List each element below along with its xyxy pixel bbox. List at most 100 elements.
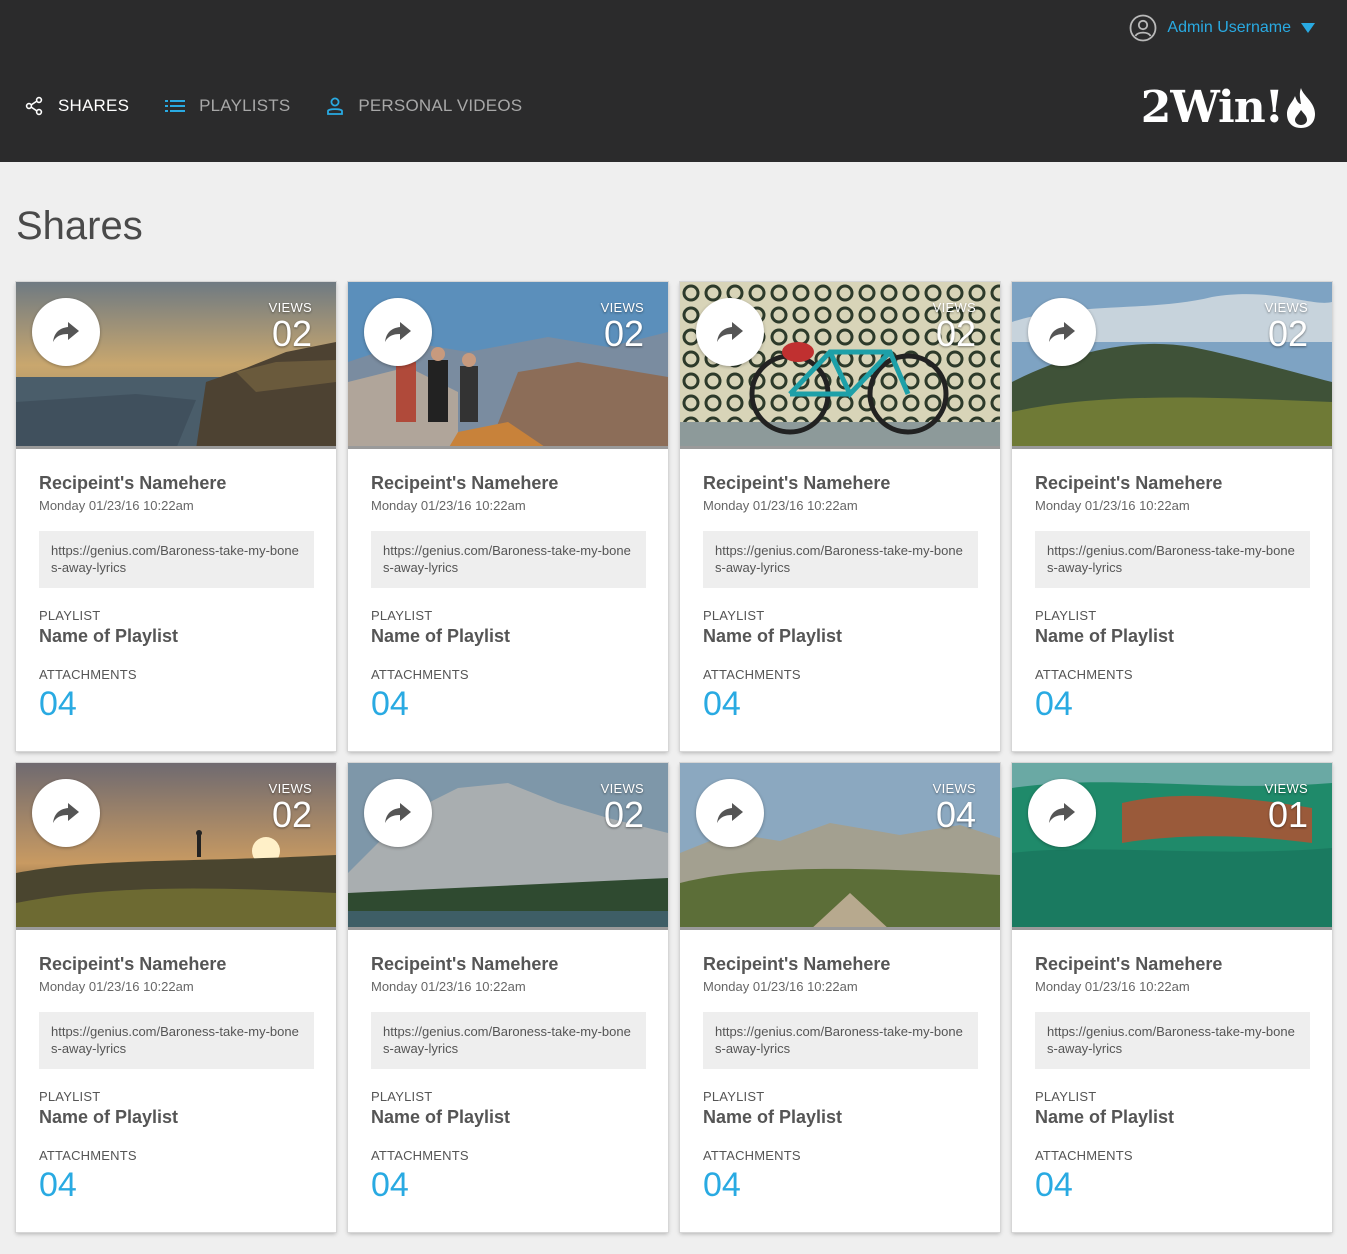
- attachments-count[interactable]: 04: [39, 1165, 314, 1205]
- share-card[interactable]: VIEWS 01 Recipeint's Namehere Monday 01/…: [1012, 763, 1332, 1232]
- recipient-name: Recipeint's Namehere: [371, 473, 559, 493]
- recipient-name: Recipeint's Namehere: [371, 954, 559, 974]
- share-url[interactable]: https://genius.com/Baroness-take-my-bone…: [703, 531, 978, 588]
- share-arrow-icon: [53, 322, 79, 342]
- views-count: 02: [603, 794, 644, 835]
- share-date: Monday 01/23/16 10:22am: [39, 498, 194, 513]
- share-card[interactable]: VIEWS 02 Recipeint's Namehere Monday 01/…: [1012, 282, 1332, 751]
- attachments-count[interactable]: 04: [703, 684, 978, 724]
- video-thumbnail[interactable]: VIEWS 04: [680, 763, 1000, 930]
- playlist-name[interactable]: Name of Playlist: [371, 1107, 646, 1128]
- share-date: Monday 01/23/16 10:22am: [39, 979, 194, 994]
- share-arrow-icon: [385, 803, 411, 823]
- share-button[interactable]: [1028, 779, 1096, 847]
- attachments-count[interactable]: 04: [371, 684, 646, 724]
- share-url[interactable]: https://genius.com/Baroness-take-my-bone…: [371, 531, 646, 588]
- person-icon: [327, 97, 344, 115]
- attachments-count[interactable]: 04: [1035, 684, 1310, 724]
- playlist-label: PLAYLIST: [703, 608, 765, 623]
- recipient-name: Recipeint's Namehere: [703, 954, 891, 974]
- card-body: Recipeint's Namehere Monday 01/23/16 10:…: [1012, 930, 1332, 1205]
- attachments-count[interactable]: 04: [703, 1165, 978, 1205]
- views-count: 01: [1267, 794, 1308, 835]
- recipient-name: Recipeint's Namehere: [1035, 954, 1223, 974]
- nav-shares[interactable]: SHARES: [24, 96, 129, 116]
- views-count: 02: [1267, 313, 1308, 354]
- share-arrow-icon: [1049, 322, 1075, 342]
- top-bar: Admin Username SHARES PLAYLISTS PERSONAL…: [0, 0, 1347, 162]
- user-name[interactable]: Admin Username: [1167, 19, 1291, 37]
- share-arrow-icon: [717, 322, 743, 342]
- playlist-name[interactable]: Name of Playlist: [39, 626, 314, 647]
- recipient-name: Recipeint's Namehere: [39, 954, 227, 974]
- brand-logo[interactable]: 2Win!: [1141, 82, 1317, 133]
- video-thumbnail[interactable]: VIEWS 02: [348, 763, 668, 930]
- playlist-name[interactable]: Name of Playlist: [39, 1107, 314, 1128]
- video-thumbnail[interactable]: VIEWS 02: [680, 282, 1000, 449]
- video-thumbnail[interactable]: VIEWS 02: [348, 282, 668, 449]
- share-button[interactable]: [696, 298, 764, 366]
- playlist-name[interactable]: Name of Playlist: [1035, 1107, 1310, 1128]
- nav-personal-videos[interactable]: PERSONAL VIDEOS: [326, 96, 522, 116]
- share-card[interactable]: VIEWS 02 Recipeint's Namehere Monday 01/…: [16, 282, 336, 751]
- video-thumbnail[interactable]: VIEWS 02: [1012, 282, 1332, 449]
- share-url[interactable]: https://genius.com/Baroness-take-my-bone…: [39, 1012, 314, 1069]
- share-url[interactable]: https://genius.com/Baroness-take-my-bone…: [703, 1012, 978, 1069]
- nav-shares-label: SHARES: [58, 96, 130, 115]
- list-icon: [165, 100, 186, 112]
- user-menu[interactable]: Admin Username: [1129, 14, 1315, 42]
- share-card[interactable]: VIEWS 02 Recipeint's Namehere Monday 01/…: [16, 763, 336, 1232]
- playlist-name[interactable]: Name of Playlist: [371, 626, 646, 647]
- attachments-label: ATTACHMENTS: [1035, 1148, 1133, 1163]
- share-card[interactable]: VIEWS 02 Recipeint's Namehere Monday 01/…: [680, 282, 1000, 751]
- playlist-label: PLAYLIST: [371, 608, 433, 623]
- share-date: Monday 01/23/16 10:22am: [703, 498, 858, 513]
- views-counter: VIEWS 02: [933, 300, 976, 353]
- playlist-name[interactable]: Name of Playlist: [703, 626, 978, 647]
- views-counter: VIEWS 02: [269, 781, 312, 834]
- share-button[interactable]: [364, 298, 432, 366]
- share-card[interactable]: VIEWS 04 Recipeint's Namehere Monday 01/…: [680, 763, 1000, 1232]
- playlist-label: PLAYLIST: [371, 1089, 433, 1104]
- views-count: 02: [271, 794, 312, 835]
- flame-icon: [1287, 87, 1315, 128]
- share-button[interactable]: [364, 779, 432, 847]
- card-body: Recipeint's Namehere Monday 01/23/16 10:…: [348, 449, 668, 724]
- views-count: 02: [271, 313, 312, 354]
- share-arrow-icon: [717, 803, 743, 823]
- attachments-count[interactable]: 04: [1035, 1165, 1310, 1205]
- chevron-down-icon[interactable]: [1301, 23, 1315, 33]
- video-thumbnail[interactable]: VIEWS 02: [16, 282, 336, 449]
- recipient-name: Recipeint's Namehere: [703, 473, 891, 493]
- card-body: Recipeint's Namehere Monday 01/23/16 10:…: [680, 930, 1000, 1205]
- share-url[interactable]: https://genius.com/Baroness-take-my-bone…: [39, 531, 314, 588]
- playlist-label: PLAYLIST: [703, 1089, 765, 1104]
- share-card[interactable]: VIEWS 02 Recipeint's Namehere Monday 01/…: [348, 763, 668, 1232]
- share-url[interactable]: https://genius.com/Baroness-take-my-bone…: [1035, 1012, 1310, 1069]
- share-date: Monday 01/23/16 10:22am: [371, 979, 526, 994]
- share-button[interactable]: [696, 779, 764, 847]
- share-url[interactable]: https://genius.com/Baroness-take-my-bone…: [1035, 531, 1310, 588]
- nav-playlists[interactable]: PLAYLISTS: [165, 96, 290, 116]
- share-url[interactable]: https://genius.com/Baroness-take-my-bone…: [371, 1012, 646, 1069]
- recipient-name: Recipeint's Namehere: [39, 473, 227, 493]
- share-card[interactable]: VIEWS 02 Recipeint's Namehere Monday 01/…: [348, 282, 668, 751]
- playlist-label: PLAYLIST: [39, 1089, 101, 1104]
- views-counter: VIEWS 02: [269, 300, 312, 353]
- video-thumbnail[interactable]: VIEWS 02: [16, 763, 336, 930]
- playlist-name[interactable]: Name of Playlist: [703, 1107, 978, 1128]
- video-thumbnail[interactable]: VIEWS 01: [1012, 763, 1332, 930]
- share-arrow-icon: [385, 322, 411, 342]
- playlist-label: PLAYLIST: [1035, 608, 1097, 623]
- attachments-label: ATTACHMENTS: [39, 667, 137, 682]
- playlist-name[interactable]: Name of Playlist: [1035, 626, 1310, 647]
- share-button[interactable]: [32, 779, 100, 847]
- recipient-name: Recipeint's Namehere: [1035, 473, 1223, 493]
- attachments-count[interactable]: 04: [39, 684, 314, 724]
- page-title: Shares: [16, 204, 143, 248]
- attachments-count[interactable]: 04: [371, 1165, 646, 1205]
- share-button[interactable]: [1028, 298, 1096, 366]
- views-count: 02: [935, 313, 976, 354]
- share-icon: [25, 96, 43, 116]
- share-button[interactable]: [32, 298, 100, 366]
